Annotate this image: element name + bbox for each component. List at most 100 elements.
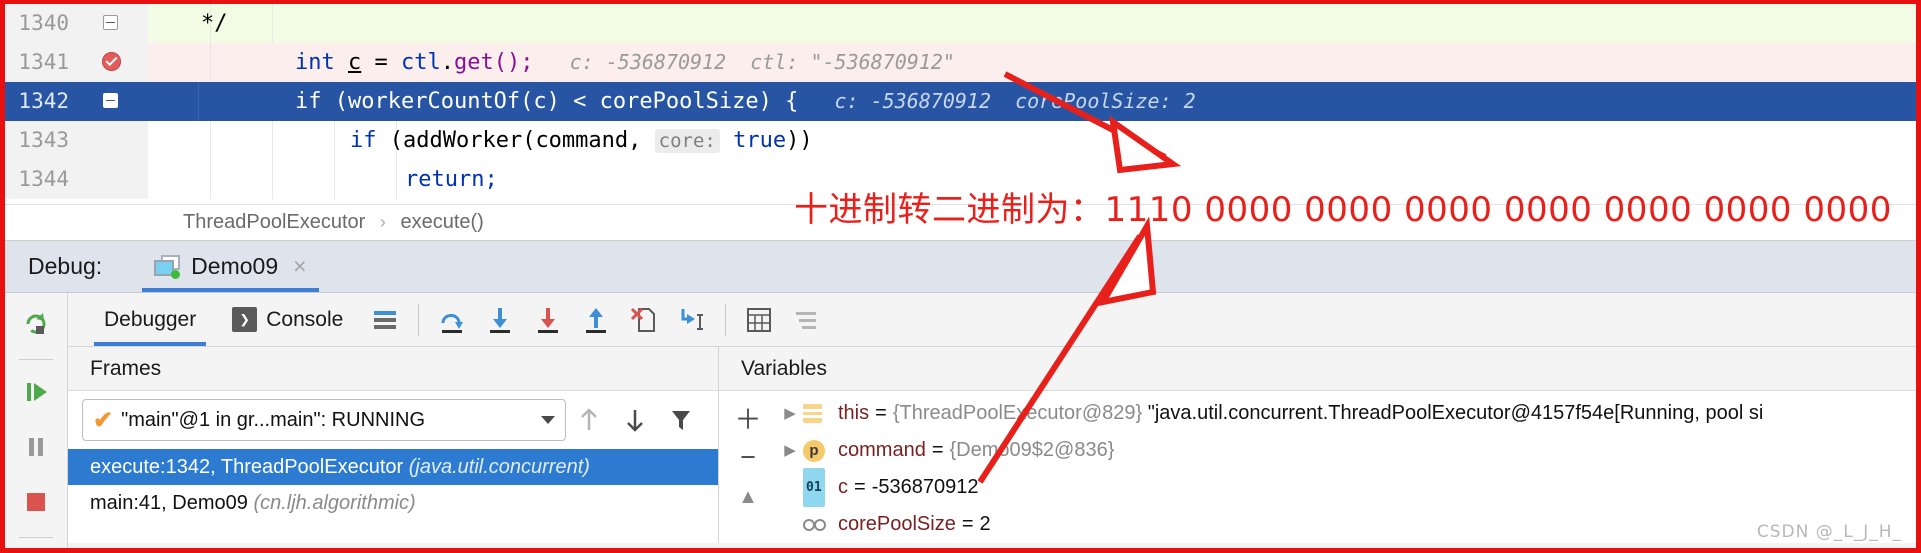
code-fold-icon[interactable] (103, 93, 118, 108)
active-tab-underline (94, 342, 207, 346)
inline-hint-corepoolsize: corePoolSize: 2 (1015, 89, 1196, 113)
inline-hint-ctl: ctl: "-536870912" (750, 50, 955, 74)
code-line-1342[interactable]: 1342 if (workerCountOf(c) < corePoolSize… (5, 82, 1916, 121)
filter-frames-icon[interactable] (658, 397, 704, 443)
mute-breakpoints-glyph (796, 311, 817, 329)
variables-actions-rail[interactable]: ＋ − ▲ (719, 391, 777, 543)
code-token-true: true (733, 128, 787, 153)
watch-glasses-glyph (803, 518, 826, 531)
variable-equals: = (875, 402, 887, 424)
frame-package: (cn.ljh.algorithmic) (253, 492, 416, 514)
frame-down-icon[interactable] (612, 397, 658, 443)
arrow-down-glyph (627, 410, 643, 432)
arrow-up-glyph (581, 408, 597, 430)
toolbar-divider (418, 303, 420, 336)
code-token-call: get(); (454, 50, 534, 75)
settings-lines-icon[interactable] (783, 293, 831, 346)
thread-running-check-icon: ✔ (93, 406, 114, 434)
gutter-icons[interactable] (83, 43, 148, 82)
gutter-icons[interactable] (83, 82, 148, 121)
breakpoint-verified-icon[interactable] (102, 52, 121, 71)
chevron-down-icon[interactable] (541, 416, 555, 424)
variables-tree[interactable]: ▶ this = {ThreadPoolExecutor@829} "java.… (777, 391, 1916, 543)
resume-glyph (27, 383, 47, 401)
debug-window-label: Debug: (28, 253, 103, 279)
frame-up-icon[interactable] (566, 397, 612, 443)
tab-console-label: Console (266, 307, 344, 331)
frames-panel: Frames ✔ "main"@1 in gr...main": RUNNING (68, 347, 719, 543)
gutter-icons[interactable] (83, 160, 148, 199)
rail-divider (19, 359, 53, 360)
resume-program-icon[interactable] (13, 369, 59, 415)
calculator-glyph (747, 307, 772, 332)
inline-param-hint-core: core: (654, 129, 720, 153)
code-fold-icon[interactable] (103, 15, 118, 30)
code-line-1340[interactable]: 1340 */ (5, 4, 1916, 43)
layout-settings-icon[interactable] (361, 293, 409, 346)
tab-console[interactable]: ❯ Console (214, 293, 361, 346)
chevron-right-icon: › (379, 212, 386, 232)
variable-equals: = (961, 513, 974, 535)
toolbar-divider (725, 303, 727, 336)
evaluate-expression-icon[interactable] (735, 293, 783, 346)
parameter-icon-letter: p (803, 439, 825, 462)
step-out-icon[interactable] (572, 293, 620, 346)
breadcrumb-method[interactable]: execute() (400, 211, 483, 233)
variable-row-command[interactable]: ▶ p command = {Demo09$2@836} (777, 432, 1916, 469)
gutter-icons[interactable] (83, 4, 148, 43)
drop-frame-glyph (631, 307, 656, 332)
force-step-into-icon[interactable] (524, 293, 572, 346)
code-gap (798, 89, 834, 113)
line-number: 1344 (5, 160, 83, 199)
debug-body: Debugger ❯ Console Frames ✔ "main"@1 in … (5, 293, 1916, 548)
expand-triangle-icon[interactable]: ▶ (777, 395, 803, 432)
gutter-icons[interactable] (83, 121, 148, 160)
variable-row-corepoolsize[interactable]: ▶ corePoolSize = 2 (777, 506, 1916, 543)
debug-tool-window-header: Debug: Demo09 × (5, 241, 1916, 293)
code-token-dot: . (440, 50, 454, 75)
primitive-icon-label: 01 (803, 468, 825, 507)
code-gap (991, 89, 1015, 113)
parameter-icon: p (803, 439, 833, 462)
tab-debugger[interactable]: Debugger (86, 293, 214, 346)
debug-session-tab-demo09[interactable]: Demo09 × (142, 241, 319, 292)
expand-triangle-icon[interactable]: ▶ (777, 432, 803, 469)
code-text: return; (405, 160, 498, 199)
stop-icon[interactable] (13, 479, 59, 525)
run-to-cursor-icon[interactable] (668, 293, 716, 346)
rerun-icon[interactable] (13, 301, 59, 347)
line-number: 1342 (5, 82, 83, 121)
variable-name: command (838, 439, 926, 461)
close-icon[interactable]: × (293, 253, 306, 280)
variable-name: this (838, 402, 870, 424)
variable-row-c[interactable]: ▶ 01 c = -536870912 (777, 468, 1916, 507)
variables-panel: Variables ＋ − ▲ ▶ this = {ThreadPoolExec… (719, 347, 1916, 543)
scroll-up-icon[interactable]: ▲ (726, 477, 770, 517)
remove-watch-icon[interactable]: − (726, 437, 770, 477)
code-token-variable: c (348, 50, 362, 75)
annotation-text: 十进制转二进制为：1110 0000 0000 0000 0000 0000 0… (794, 190, 1892, 230)
code-editor[interactable]: 1340 */ 1341 int c = ctl.get(); c: -5368… (5, 4, 1916, 204)
pause-program-icon[interactable] (13, 424, 59, 470)
drop-frame-icon[interactable] (620, 293, 668, 346)
debug-session-actions-rail[interactable] (5, 293, 68, 548)
screenshot-root: 1340 */ 1341 int c = ctl.get(); c: -5368… (0, 0, 1921, 553)
add-watch-icon[interactable]: ＋ (726, 397, 770, 437)
breadcrumb-class[interactable]: ThreadPoolExecutor (183, 211, 365, 233)
view-breakpoints-icon[interactable] (13, 547, 59, 548)
variable-row-this[interactable]: ▶ this = {ThreadPoolExecutor@829} "java.… (777, 395, 1916, 432)
frame-row-execute[interactable]: execute:1342, ThreadPoolExecutor (java.u… (68, 449, 718, 485)
indent-lanes (148, 4, 1916, 43)
frames-toolbar[interactable]: ✔ "main"@1 in gr...main": RUNNING (68, 391, 718, 449)
code-text: if (addWorker(command, core: true)) (350, 121, 813, 160)
code-line-1343[interactable]: 1343 if (addWorker(command, core: true)) (5, 121, 1916, 160)
frame-row-main[interactable]: main:41, Demo09 (cn.ljh.algorithmic) (68, 485, 718, 521)
debugger-toolbar[interactable]: Debugger ❯ Console (68, 293, 1916, 347)
step-into-icon[interactable] (476, 293, 524, 346)
code-text: int c = ctl.get(); c: -536870912 ctl: "-… (295, 43, 955, 82)
step-over-icon[interactable] (428, 293, 476, 346)
thread-selector[interactable]: ✔ "main"@1 in gr...main": RUNNING (82, 399, 566, 441)
code-line-1341[interactable]: 1341 int c = ctl.get(); c: -536870912 ct… (5, 43, 1916, 82)
variable-equals: = (854, 476, 866, 498)
variable-ref: {Demo09$2@836} (949, 439, 1115, 461)
